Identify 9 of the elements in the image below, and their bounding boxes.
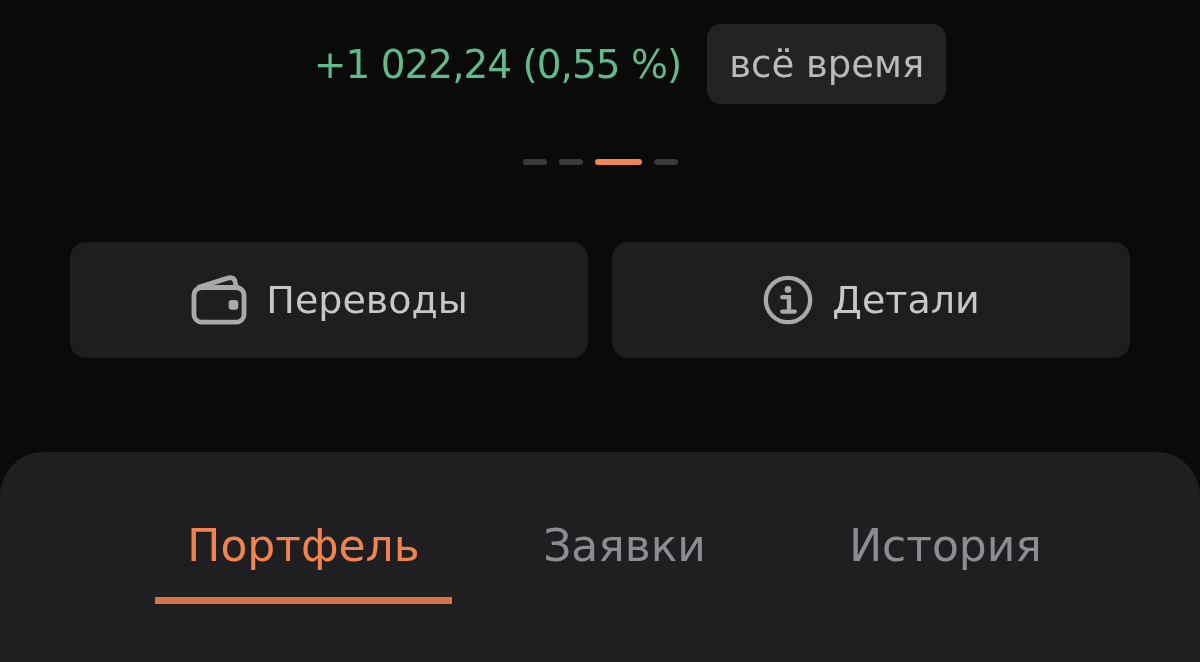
tab[interactable]: Портфель <box>155 514 452 604</box>
portfolio-change: +1 022,24 (0,55 %) <box>313 41 682 87</box>
period-button[interactable]: всё время <box>707 24 947 104</box>
info-icon <box>762 274 815 326</box>
tab[interactable]: История <box>797 514 1094 604</box>
wallet-icon <box>190 274 249 326</box>
transfers-button[interactable]: Переводы <box>70 242 588 358</box>
details-button[interactable]: Детали <box>612 242 1130 358</box>
tab[interactable]: Заявки <box>476 514 773 604</box>
